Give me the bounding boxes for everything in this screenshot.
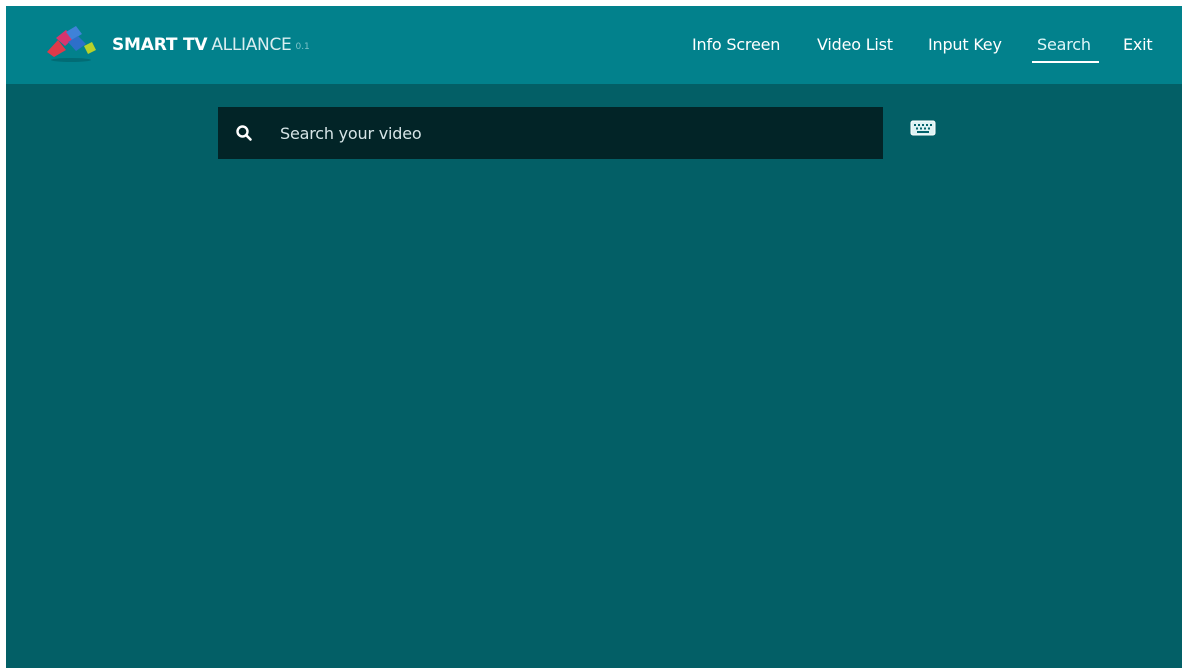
brand-bold-text: SMART TV (112, 35, 208, 55)
brand-version: 0.1 (295, 42, 310, 52)
brand-title: SMART TV ALLIANCE 0.1 (112, 34, 310, 58)
active-nav-underline (1032, 61, 1099, 63)
nav-item-exit[interactable]: Exit (1123, 34, 1153, 58)
header-bar: SMART TV ALLIANCE 0.1 Info Screen Video Li… (6, 6, 1182, 84)
brand-light-text: ALLIANCE (211, 35, 292, 55)
search-icon (236, 125, 252, 141)
nav-item-video-list[interactable]: Video List (817, 34, 893, 58)
search-bar[interactable] (218, 107, 883, 159)
nav-item-input-key[interactable]: Input Key (928, 34, 1002, 58)
app-frame: SMART TV ALLIANCE 0.1 Info Screen Video Li… (6, 6, 1182, 668)
keyboard-icon[interactable] (910, 120, 936, 136)
search-input[interactable] (280, 107, 870, 159)
smart-tv-alliance-logo-icon (47, 26, 96, 62)
nav-item-info-screen[interactable]: Info Screen (692, 34, 780, 58)
nav-item-search[interactable]: Search (1037, 34, 1091, 58)
